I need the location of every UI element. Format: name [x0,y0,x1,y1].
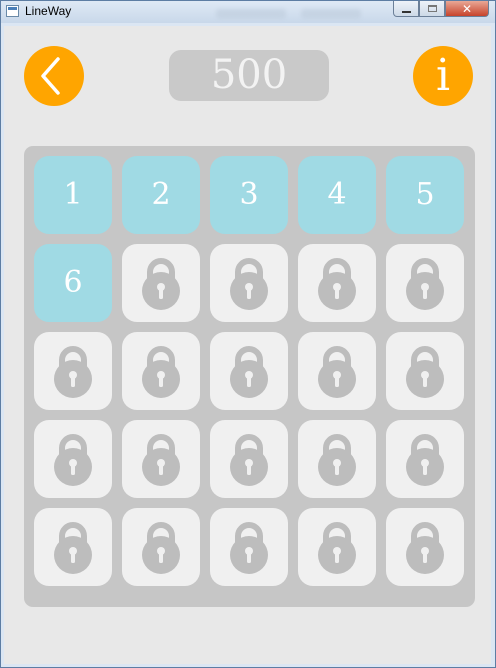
info-button[interactable]: i [413,46,473,106]
padlock-icon [406,522,444,574]
padlock-icon [318,434,356,486]
padlock-icon [142,346,180,398]
locked-level-tile[interactable] [122,508,200,586]
padlock-icon [230,434,268,486]
padlock-icon [54,522,92,574]
padlock-icon [318,522,356,574]
info-icon: i [435,50,451,101]
level-tile[interactable]: 1 [34,156,112,234]
back-button[interactable] [24,46,84,106]
locked-level-tile[interactable] [386,332,464,410]
padlock-icon [230,346,268,398]
locked-level-tile[interactable] [210,420,288,498]
locked-level-tile[interactable] [298,420,376,498]
locked-level-tile[interactable] [34,332,112,410]
score-display: 500 [169,50,329,101]
locked-level-tile[interactable] [386,420,464,498]
chevron-left-icon [41,57,60,95]
app-window: LineWay ✕ 500 i 12345 6 [0,0,496,668]
close-button[interactable]: ✕ [445,1,489,17]
locked-level-tile[interactable] [210,508,288,586]
level-tile[interactable]: 3 [210,156,288,234]
padlock-icon [142,522,180,574]
padlock-icon [406,258,444,310]
level-grid: 12345 6 [24,146,475,607]
padlock-icon [406,346,444,398]
padlock-icon [318,258,356,310]
minimize-icon [401,10,411,13]
locked-level-tile[interactable] [298,332,376,410]
blurred-taskbar-item [301,9,361,19]
minimize-button[interactable] [393,1,419,17]
blurred-taskbar-item [216,9,286,19]
locked-level-tile[interactable] [298,508,376,586]
padlock-icon [142,434,180,486]
locked-level-tile[interactable] [210,244,288,322]
padlock-icon [54,346,92,398]
app-icon [6,5,19,17]
locked-level-tile[interactable] [34,508,112,586]
padlock-icon [406,434,444,486]
padlock-icon [318,346,356,398]
padlock-icon [142,258,180,310]
maximize-icon [427,5,437,12]
locked-level-tile[interactable] [386,244,464,322]
level-tile[interactable]: 4 [298,156,376,234]
window-controls: ✕ [393,1,489,17]
locked-level-tile[interactable] [298,244,376,322]
maximize-button[interactable] [419,1,445,17]
level-tile[interactable]: 5 [386,156,464,234]
locked-level-tile[interactable] [122,420,200,498]
level-tile[interactable]: 6 [34,244,112,322]
locked-level-tile[interactable] [122,332,200,410]
padlock-icon [54,434,92,486]
level-tile[interactable]: 2 [122,156,200,234]
locked-level-tile[interactable] [122,244,200,322]
close-icon: ✕ [461,1,473,16]
locked-level-tile[interactable] [210,332,288,410]
game-screen: 500 i 12345 6 [4,26,491,664]
locked-level-tile[interactable] [386,508,464,586]
title-bar[interactable]: LineWay ✕ [1,1,495,23]
padlock-icon [230,258,268,310]
padlock-icon [230,522,268,574]
locked-level-tile[interactable] [34,420,112,498]
window-title: LineWay [25,4,72,18]
